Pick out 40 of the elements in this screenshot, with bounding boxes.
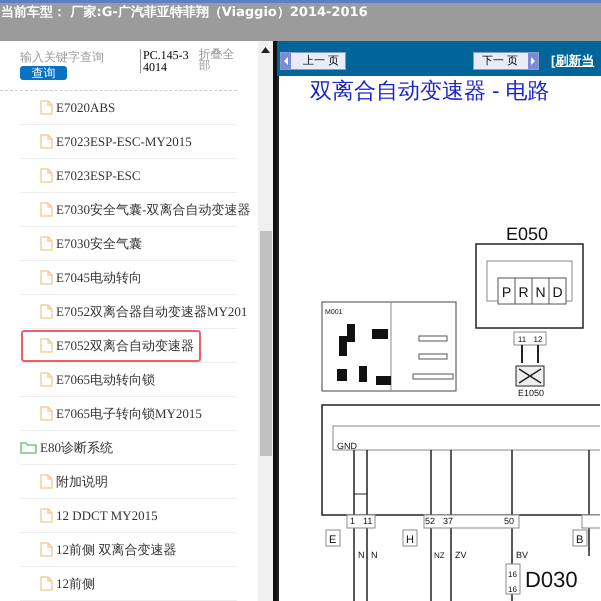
file-icon <box>40 576 53 591</box>
tree-item[interactable]: E7052双离合器自动变速器MY201 <box>40 296 250 328</box>
scrollbar-thumb[interactable] <box>260 231 272 456</box>
file-icon <box>40 168 53 183</box>
page-heading: 双离合自动变速器 - 电路 <box>309 77 551 104</box>
file-icon <box>40 100 53 115</box>
scroll-up-icon[interactable] <box>261 47 270 53</box>
tree-item[interactable]: 12前侧 <box>40 568 97 600</box>
search-field[interactable]: 输入关键字查询 <box>20 49 140 65</box>
next-page-button[interactable]: 下一 页 <box>473 52 539 70</box>
file-icon <box>40 202 53 217</box>
tree-item[interactable]: E7065电子转向锁MY2015 <box>40 398 204 430</box>
tree-item[interactable]: E7030安全气囊 <box>40 228 144 260</box>
refresh-link[interactable]: [刷新当 <box>551 51 594 71</box>
search-button[interactable]: 查询 <box>20 66 67 80</box>
file-icon <box>40 508 53 523</box>
tree-item[interactable]: E7030安全气囊-双离合自动变速器 <box>40 194 252 226</box>
tree-item[interactable]: 12前侧 双离合变速器 <box>40 534 178 566</box>
tree-item[interactable]: E7023ESP-ESC-MY2015 <box>40 126 194 158</box>
file-icon <box>40 338 53 353</box>
file-icon <box>40 304 53 319</box>
file-icon <box>40 236 53 251</box>
file-icon <box>40 372 53 387</box>
file-icon <box>40 270 53 285</box>
previous-page-button[interactable]: 上一 页 <box>280 52 346 70</box>
tree-item[interactable]: E7023ESP-ESC <box>40 160 143 192</box>
tree-item[interactable]: E80诊断系统 <box>20 432 115 464</box>
code-label: PC.145-34014 <box>140 49 194 73</box>
tree-item[interactable]: E7020ABS <box>40 92 118 124</box>
tree-item[interactable]: 附加说明 <box>40 466 110 498</box>
tree-item[interactable]: E7065电动转向锁 <box>40 364 157 396</box>
folder-icon <box>20 441 37 454</box>
file-icon <box>40 474 53 489</box>
tree-item[interactable]: E7052双离合自动变速器 <box>21 330 201 362</box>
tree-item[interactable]: E7045电动转向 <box>40 262 144 294</box>
file-icon <box>40 542 53 557</box>
tree-item[interactable]: 12 DDCT MY2015 <box>40 500 160 532</box>
file-icon <box>40 406 53 421</box>
vehicle-title: 当前车型： 厂家:G-广汽菲亚特菲翔（Viaggio）2014-2016 <box>1 5 369 21</box>
file-icon <box>40 134 53 149</box>
